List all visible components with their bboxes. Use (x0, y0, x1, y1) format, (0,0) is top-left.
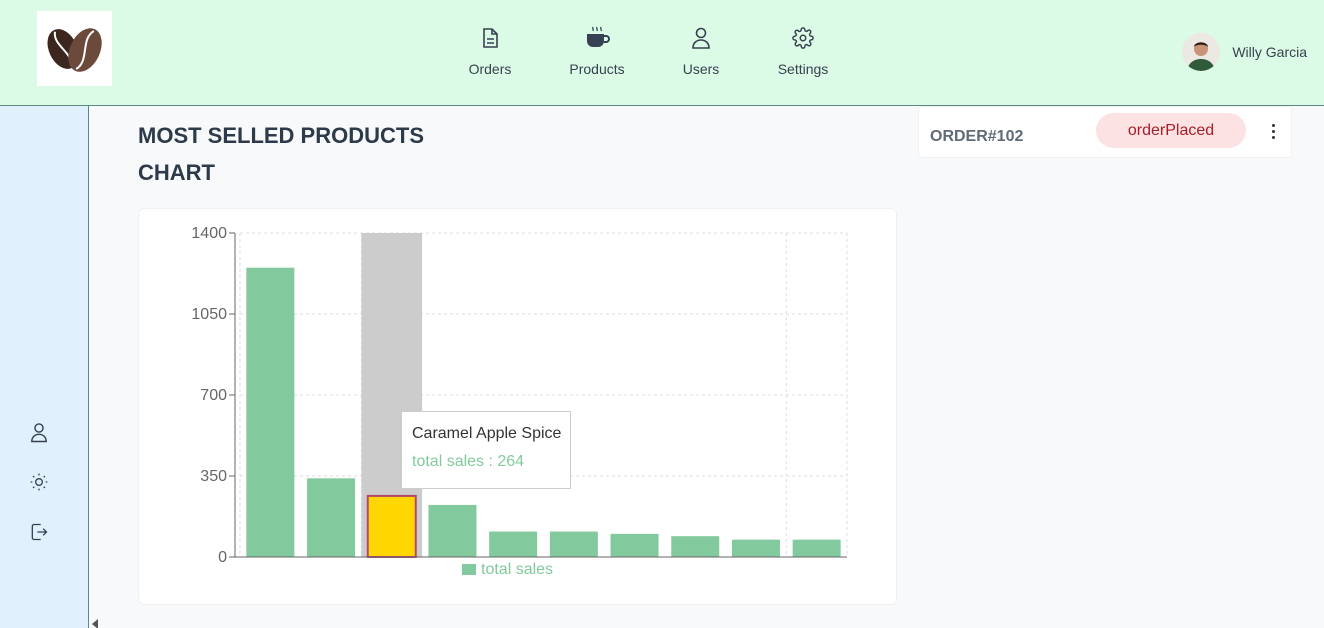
sidebar-collapse-handle[interactable] (92, 619, 98, 628)
tooltip-value: total sales : 264 (412, 453, 525, 470)
sidebar (0, 106, 89, 628)
tooltip-title: Caramel Apple Spice (412, 425, 562, 442)
user-profile[interactable]: Willy Garcia (1182, 33, 1307, 71)
sun-icon[interactable] (27, 470, 51, 494)
coffee-cup-icon (584, 22, 610, 54)
logout-icon[interactable] (27, 520, 51, 544)
nav-settings[interactable]: Settings (776, 22, 830, 82)
top-bar: Orders Products Users Settings Willy Gar… (0, 0, 1324, 106)
user-icon[interactable] (27, 420, 51, 444)
order-card[interactable]: ORDER#102 orderPlaced (918, 106, 1292, 158)
page-title: MOST SELLED PRODUCTS CHART (138, 123, 425, 185)
nav-orders[interactable]: Orders (468, 22, 512, 82)
user-name: Willy Garcia (1232, 44, 1307, 60)
chart-card (138, 208, 897, 605)
gear-icon (792, 22, 814, 54)
nav-products-label: Products (569, 61, 625, 77)
status-badge[interactable]: orderPlaced (1096, 113, 1246, 148)
order-id: ORDER#102 (930, 128, 1024, 145)
nav-orders-label: Orders (468, 61, 512, 77)
nav-settings-label: Settings (777, 61, 829, 77)
chart-tooltip: Caramel Apple Spice total sales : 264 (401, 411, 571, 489)
user-icon (691, 22, 711, 54)
document-icon (480, 22, 500, 54)
nav-users-label: Users (682, 61, 720, 77)
more-menu-icon[interactable] (1265, 119, 1281, 143)
nav-products[interactable]: Products (568, 22, 626, 82)
avatar[interactable] (1182, 33, 1221, 71)
nav-users[interactable]: Users (681, 22, 721, 82)
coffee-beans-logo[interactable] (37, 11, 112, 86)
